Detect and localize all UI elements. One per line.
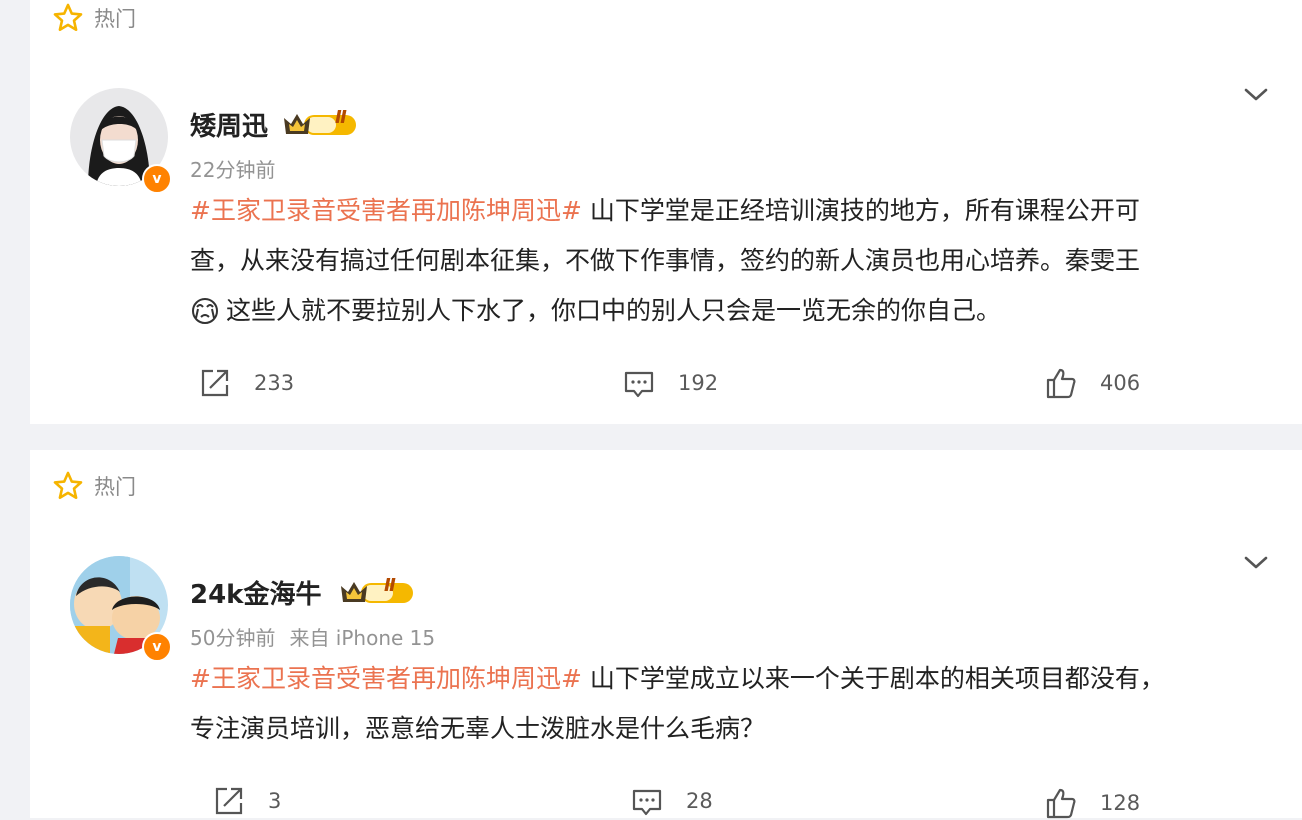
verified-badge-icon: v — [142, 164, 172, 194]
post-meta: 22分钟前 — [190, 154, 275, 183]
content-text: 这些人就不要拉别人下水了，你口中的别人只会是一览无余的你自己。 — [226, 296, 1002, 325]
hot-label: 热门 — [94, 7, 136, 31]
comment-count: 28 — [686, 789, 713, 813]
hot-label: 热门 — [94, 475, 136, 499]
post-card: 热门 v 24k金海牛 Ⅱ 50分钟前 来自 iPhone 15 #王家卫录音受… — [30, 450, 1302, 820]
repost-button[interactable]: 3 — [212, 784, 281, 818]
content-text: 山下学堂成立以来一个关于剧本的相关项目都没有， — [589, 664, 1165, 693]
content-line: 查，从来没有搞过任何剧本征集，不做下作事情，签约的新人演员也用心培养。秦雯王 — [190, 246, 1141, 275]
star-icon — [53, 3, 83, 31]
thumbs-up-icon — [1046, 368, 1076, 399]
post-meta: 50分钟前 来自 iPhone 15 — [190, 622, 435, 651]
username[interactable]: 矮周迅 — [190, 106, 268, 143]
comment-icon — [624, 371, 654, 398]
thumbs-up-icon — [1046, 788, 1076, 819]
post-source: 来自 iPhone 15 — [289, 626, 436, 650]
username-row: 矮周迅 Ⅱ — [190, 106, 358, 143]
like-button[interactable]: 128 — [1044, 786, 1140, 820]
content-line: #王家卫录音受害者再加陈坤周迅# 山下学堂成立以来一个关于剧本的相关项目都没有， — [190, 654, 1270, 704]
like-button[interactable]: 406 — [1044, 366, 1140, 400]
topic-link[interactable]: #王家卫录音受害者再加陈坤周迅# — [190, 664, 582, 693]
post-time[interactable]: 22分钟前 — [190, 158, 275, 182]
level-label: Ⅱ — [335, 107, 347, 128]
chevron-down-icon[interactable] — [1242, 548, 1270, 576]
post-content: #王家卫录音受害者再加陈坤周迅# 山下学堂是正经培训演技的地方，所有课程公开可 … — [190, 186, 1270, 336]
content-text: 山下学堂是正经培训演技的地方，所有课程公开可 — [589, 196, 1140, 225]
repost-button[interactable]: 233 — [198, 366, 294, 400]
verified-badge-icon: v — [142, 632, 172, 662]
comment-button[interactable]: 192 — [622, 366, 718, 400]
comment-count: 192 — [678, 371, 719, 395]
repost-icon — [201, 369, 229, 397]
post-card: 热门 v 矮周迅 Ⅱ 22分钟前 #王家卫录音受害者再加陈坤周迅# 山下学堂是正… — [30, 0, 1302, 424]
content-line: 专注演员培训，恶意给无辜人士泼脏水是什么毛病？ — [190, 714, 766, 743]
repost-icon — [215, 787, 243, 815]
post-content: #王家卫录音受害者再加陈坤周迅# 山下学堂成立以来一个关于剧本的相关项目都没有，… — [190, 654, 1270, 754]
like-count: 128 — [1100, 791, 1141, 815]
username-row: 24k金海牛 Ⅱ — [190, 574, 415, 611]
chevron-down-icon[interactable] — [1242, 80, 1270, 108]
level-label: Ⅱ — [384, 575, 396, 596]
comment-button[interactable]: 28 — [630, 784, 713, 818]
content-line: 这些人就不要拉别人下水了，你口中的别人只会是一览无余的你自己。 — [190, 286, 1270, 336]
post-time[interactable]: 50分钟前 — [190, 626, 275, 650]
hot-tag: 热门 — [52, 470, 136, 502]
vip-crown-badge-icon — [339, 578, 415, 608]
hot-tag: 热门 — [52, 2, 136, 34]
star-icon — [53, 471, 83, 499]
crying-face-icon — [192, 298, 218, 324]
content-line: #王家卫录音受害者再加陈坤周迅# 山下学堂是正经培训演技的地方，所有课程公开可 — [190, 186, 1270, 236]
repost-count: 233 — [254, 371, 295, 395]
comment-icon — [632, 789, 662, 816]
like-count: 406 — [1100, 371, 1141, 395]
username[interactable]: 24k金海牛 — [190, 574, 321, 611]
topic-link[interactable]: #王家卫录音受害者再加陈坤周迅# — [190, 196, 582, 225]
repost-count: 3 — [268, 789, 282, 813]
